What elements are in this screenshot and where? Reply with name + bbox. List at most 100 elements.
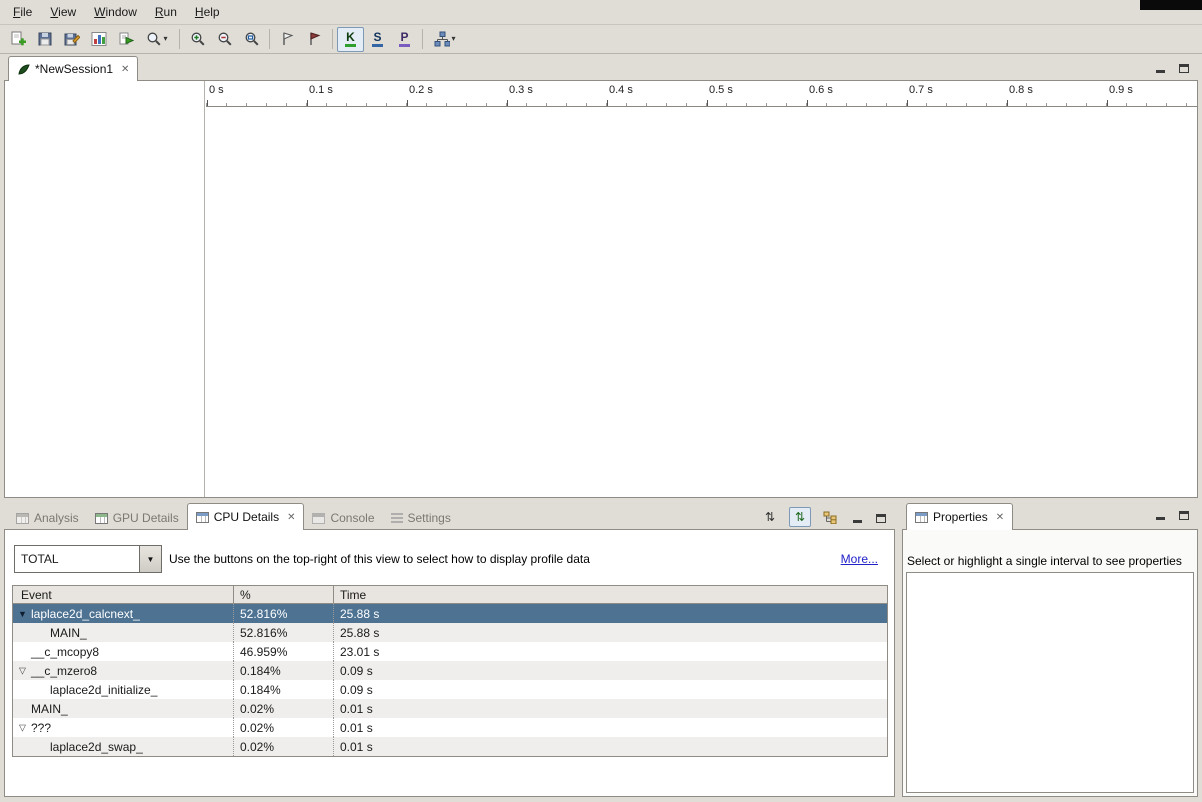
tab-properties[interactable]: Properties ✕: [906, 503, 1013, 530]
menu-help[interactable]: Help: [186, 2, 229, 22]
percent-cell: 0.02%: [233, 699, 333, 718]
column-header-percent[interactable]: %: [233, 586, 333, 603]
minimize-panel-button[interactable]: [1152, 60, 1168, 74]
zoom-out-button[interactable]: [211, 27, 238, 52]
menu-file[interactable]: File: [4, 2, 41, 22]
tab-settings[interactable]: Settings: [383, 507, 459, 529]
save-icon: [37, 31, 53, 47]
minimize-icon: [1156, 70, 1165, 73]
dropdown-caret-icon: ▾: [451, 35, 455, 43]
kernel-timeline-toggle-button[interactable]: K: [337, 27, 364, 52]
ruler-tick-label: 0 s: [209, 84, 224, 96]
p-letter-icon: P: [399, 31, 409, 47]
close-tab-icon[interactable]: ✕: [287, 512, 295, 523]
combo-value[interactable]: TOTAL: [14, 545, 140, 573]
dropdown-caret-icon: ▾: [163, 35, 167, 43]
time-cell: 23.01 s: [333, 642, 887, 661]
table-row[interactable]: ▼ laplace2d_calcnext_ 52.816% 25.88 s: [13, 604, 887, 623]
stream-timeline-toggle-button[interactable]: S: [364, 27, 391, 52]
menu-window[interactable]: Window: [85, 2, 146, 22]
more-link[interactable]: More...: [841, 552, 878, 566]
table-row[interactable]: __c_mcopy8 46.959% 23.01 s: [13, 642, 887, 661]
tree-expander-icon[interactable]: ▼: [16, 609, 29, 619]
table-row[interactable]: MAIN_ 0.02% 0.01 s: [13, 699, 887, 718]
tree-expander-icon[interactable]: ▽: [16, 722, 29, 733]
time-cell: 0.01 s: [333, 737, 887, 756]
close-tab-icon[interactable]: ✕: [996, 512, 1004, 523]
properties-content: Select or highlight a single interval to…: [902, 529, 1198, 797]
event-table: Event % Time ▼ laplace2d_calcnext_ 52.81…: [12, 585, 888, 757]
ruler-tick-label: 0.4 s: [609, 84, 633, 96]
time-cell: 0.09 s: [333, 661, 887, 680]
gpu-details-icon: [95, 513, 108, 524]
zoom-in-button[interactable]: [184, 27, 211, 52]
tab-analysis[interactable]: Analysis: [8, 507, 87, 529]
maximize-panel-button[interactable]: [873, 510, 889, 524]
table-row[interactable]: laplace2d_initialize_ 0.184% 0.09 s: [13, 680, 887, 699]
close-tab-icon[interactable]: ✕: [121, 64, 129, 75]
analysis-menu-button[interactable]: ▾: [427, 27, 463, 52]
maximize-panel-button[interactable]: [1176, 60, 1192, 74]
k-letter-icon: K: [345, 31, 356, 47]
search-menu-button[interactable]: ▾: [139, 27, 175, 52]
menu-view[interactable]: View: [41, 2, 85, 22]
ruler-tick-label: 0.7 s: [909, 84, 933, 96]
console-icon: [312, 513, 325, 524]
export-results-button[interactable]: [112, 27, 139, 52]
maximize-icon: [1179, 64, 1189, 73]
zoom-fit-button[interactable]: [238, 27, 265, 52]
combo-dropdown-button[interactable]: ▼: [140, 545, 162, 573]
save-as-button[interactable]: [58, 27, 85, 52]
process-timeline-toggle-button[interactable]: P: [391, 27, 418, 52]
call-tree-view-button[interactable]: ⇅: [789, 507, 811, 527]
tab-gpu-details[interactable]: GPU Details: [87, 507, 187, 529]
properties-panel-controls: [1152, 507, 1192, 521]
details-panel: Analysis GPU Details CPU Details ✕ Conso…: [4, 503, 895, 797]
minimize-panel-button[interactable]: [1152, 507, 1168, 521]
ruler-tick-label: 0.3 s: [509, 84, 533, 96]
session-tab[interactable]: *NewSession1 ✕: [8, 56, 138, 81]
percent-cell: 0.02%: [233, 737, 333, 756]
table-row[interactable]: ▽ ??? 0.02% 0.01 s: [13, 718, 887, 737]
main-toolbar: ▾ K S P ▾: [0, 25, 1202, 54]
sort-arrows-icon: ⇅: [765, 511, 775, 523]
timeline-row-labels-pane: [5, 81, 205, 497]
cpu-details-icon: [196, 512, 209, 523]
table-row[interactable]: MAIN_ 52.816% 25.88 s: [13, 623, 887, 642]
save-button[interactable]: [31, 27, 58, 52]
next-marker-button[interactable]: [301, 27, 328, 52]
cpu-details-content: TOTAL ▼ Use the buttons on the top-right…: [4, 529, 895, 797]
column-header-time[interactable]: Time: [333, 586, 887, 603]
zoom-out-icon: [217, 31, 233, 47]
minimize-panel-button[interactable]: [849, 510, 865, 524]
tree-expander-icon[interactable]: ▽: [16, 665, 29, 676]
editor-tab-strip: *NewSession1 ✕: [4, 56, 1198, 80]
timeline-canvas[interactable]: [206, 108, 1197, 497]
event-cell: ▽ __c_mzero8: [13, 661, 233, 680]
maximize-panel-button[interactable]: [1176, 507, 1192, 521]
chart-view-button[interactable]: [85, 27, 112, 52]
toolbar-separator: [269, 29, 270, 49]
timeline-ruler[interactable]: 0 s 0.1 s 0.2 s 0.3 s 0.4 s 0.5 s 0.6 s …: [206, 81, 1197, 107]
menu-run[interactable]: Run: [146, 2, 186, 22]
properties-icon: [915, 512, 928, 523]
percent-cell: 0.02%: [233, 718, 333, 737]
s-letter-icon: S: [372, 31, 382, 47]
profile-scope-combo[interactable]: TOTAL ▼: [14, 545, 162, 573]
tab-cpu-details[interactable]: CPU Details ✕: [187, 503, 305, 530]
tab-label: GPU Details: [113, 511, 179, 525]
table-row[interactable]: laplace2d_swap_ 0.02% 0.01 s: [13, 737, 887, 756]
flat-profile-view-button[interactable]: ⇅: [759, 507, 781, 527]
event-cell: ▼ laplace2d_calcnext_: [13, 604, 233, 623]
previous-marker-button[interactable]: [274, 27, 301, 52]
session-icon: [17, 63, 30, 76]
table-row[interactable]: ▽ __c_mzero8 0.184% 0.09 s: [13, 661, 887, 680]
new-session-button[interactable]: [4, 27, 31, 52]
tab-console[interactable]: Console: [304, 507, 382, 529]
percent-cell: 52.816%: [233, 604, 333, 623]
reverse-call-tree-view-button[interactable]: [819, 507, 841, 527]
minimize-icon: [853, 520, 862, 523]
column-header-event[interactable]: Event: [13, 586, 233, 603]
bar-chart-icon: [91, 31, 107, 47]
session-tab-label: *NewSession1: [35, 62, 113, 76]
